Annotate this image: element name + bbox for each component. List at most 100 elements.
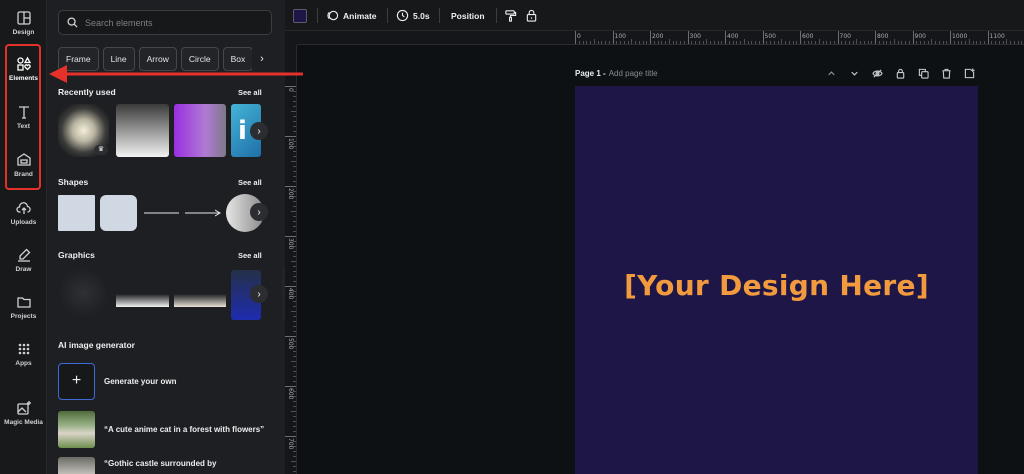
add-page-button[interactable] — [961, 65, 978, 81]
color-button[interactable] — [293, 0, 307, 31]
page-down-button[interactable] — [846, 65, 863, 81]
hide-page-button[interactable] — [869, 65, 886, 81]
ruler-minor-tick — [293, 426, 296, 427]
ruler-minor-tick — [1017, 41, 1019, 44]
ruler-minor-tick — [293, 206, 296, 207]
ruler-minor-tick — [893, 39, 895, 44]
ruler-minor-tick — [968, 39, 970, 44]
ruler-minor-tick — [293, 201, 296, 202]
toolbar-divider — [496, 8, 497, 23]
recent-thumb-3[interactable] — [174, 104, 226, 157]
ruler-minor-tick — [758, 41, 760, 44]
rail-item-draw[interactable]: Draw — [0, 237, 47, 283]
ruler-minor-tick — [601, 41, 603, 44]
recently-used-next[interactable]: › — [250, 122, 268, 140]
ruler-tick — [950, 31, 951, 44]
ruler-minor-tick — [293, 456, 296, 457]
graphics-next[interactable]: › — [250, 285, 268, 303]
ruler-tick — [285, 236, 296, 237]
search-input[interactable] — [85, 17, 265, 28]
ruler-tick — [800, 31, 801, 44]
ruler-label: 0 — [577, 33, 581, 40]
ruler-minor-tick — [680, 41, 681, 44]
design-page[interactable]: [Your Design Here] — [575, 86, 978, 474]
duration-button[interactable]: 5.0s — [396, 0, 430, 31]
magic-image-icon — [16, 401, 31, 415]
layout-icon — [16, 11, 31, 25]
ruler-tick — [285, 286, 296, 287]
shapes-title: Shapes — [58, 177, 89, 187]
ruler-minor-tick — [995, 41, 996, 44]
ruler-minor-tick — [807, 41, 809, 44]
page-up-button[interactable] — [823, 65, 840, 81]
ruler-label: 400 — [287, 288, 294, 300]
lock-button[interactable] — [525, 0, 538, 31]
rail-item-apps[interactable]: Apps — [0, 331, 47, 377]
ruler-minor-tick — [856, 39, 858, 44]
ruler-tick — [285, 336, 296, 337]
ruler-minor-tick — [590, 41, 591, 44]
ai-prompt-row-2[interactable]: “Gothic castle surrounded by — [58, 455, 272, 474]
shapes-next[interactable]: › — [250, 203, 268, 221]
chevron-up-icon — [828, 70, 835, 75]
ruler-minor-tick — [291, 311, 296, 312]
ruler-minor-tick — [293, 421, 296, 422]
ruler-minor-tick — [961, 41, 963, 44]
ai-prompt-row-1[interactable]: “A cute anime cat in a forest with flowe… — [58, 409, 272, 449]
duration-label: 5.0s — [413, 10, 430, 21]
ruler-minor-tick — [293, 406, 296, 407]
ai-prompt-1: “A cute anime cat in a forest with flowe… — [104, 424, 265, 434]
position-button[interactable]: Position — [451, 0, 485, 31]
ruler-minor-tick — [845, 41, 846, 44]
chevron-right-icon: › — [257, 125, 261, 137]
shape-square[interactable] — [58, 195, 95, 231]
rail-label-uploads: Uploads — [10, 219, 37, 226]
ruler-minor-tick — [293, 116, 296, 117]
ruler-label: 300 — [287, 238, 294, 250]
clock-icon — [396, 9, 409, 22]
generate-your-own-row[interactable]: + Generate your own — [58, 361, 272, 401]
ruler-minor-tick — [586, 41, 588, 44]
crown-icon: ♛ — [94, 145, 108, 155]
recent-thumb-1[interactable]: ♛ — [58, 104, 109, 157]
shapes-see-all[interactable]: See all — [238, 178, 262, 187]
rail-item-magic-media[interactable]: Magic Media — [0, 390, 47, 436]
shape-rounded-square[interactable] — [100, 195, 137, 231]
delete-page-button[interactable] — [938, 65, 955, 81]
paint-roller-button[interactable] — [504, 0, 517, 31]
search-box[interactable] — [58, 10, 272, 35]
recent-thumb-2[interactable] — [116, 104, 169, 157]
arrow-head-icon — [49, 65, 67, 83]
rail-item-projects[interactable]: Projects — [0, 284, 47, 330]
ruler-minor-tick — [905, 41, 906, 44]
recently-used-see-all[interactable]: See all — [238, 88, 262, 97]
design-placeholder-text[interactable]: [Your Design Here] — [575, 269, 978, 302]
graphic-thumb-1[interactable] — [58, 268, 109, 318]
ruler-minor-tick — [293, 126, 296, 127]
ruler-minor-tick — [871, 41, 873, 44]
ruler-minor-tick — [293, 226, 296, 227]
ruler-minor-tick — [901, 41, 903, 44]
page-title-input[interactable]: Add page title — [609, 69, 658, 78]
ruler-minor-tick — [293, 181, 296, 182]
graphic-thumb-2[interactable] — [116, 294, 169, 307]
animate-button[interactable]: Animate — [326, 0, 377, 31]
ruler-minor-tick — [293, 271, 296, 272]
graphics-see-all[interactable]: See all — [238, 251, 262, 260]
ruler-minor-tick — [695, 41, 696, 44]
duplicate-page-button[interactable] — [915, 65, 932, 81]
rail-item-design[interactable]: Design — [0, 0, 47, 46]
graphic-thumb-3[interactable] — [174, 294, 226, 307]
page-label: Page 1 - — [575, 68, 606, 78]
ruler-minor-tick — [788, 41, 790, 44]
ruler-label: 300 — [689, 33, 701, 40]
ruler-minor-tick — [293, 151, 296, 152]
generate-button[interactable]: + — [58, 362, 95, 400]
ruler-minor-tick — [608, 41, 610, 44]
ruler-minor-tick — [291, 411, 296, 412]
ruler-label: 600 — [287, 388, 294, 400]
rail-item-uploads[interactable]: Uploads — [0, 190, 47, 236]
castle-thumb — [58, 456, 95, 474]
lock-page-button[interactable] — [892, 65, 909, 81]
ruler-minor-tick — [852, 41, 854, 44]
